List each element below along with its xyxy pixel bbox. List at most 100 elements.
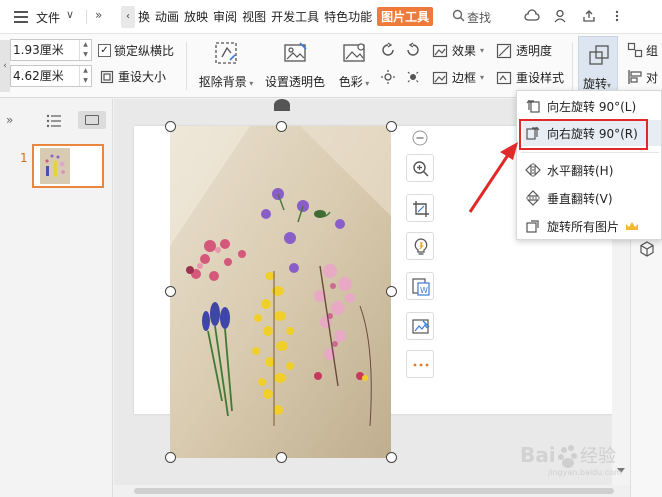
flower-photo[interactable] <box>170 126 391 458</box>
tab-switch[interactable]: 换 <box>138 8 150 26</box>
border-button[interactable]: 边框 ▾ <box>432 69 484 86</box>
align-label-partial[interactable]: 对 <box>646 69 658 86</box>
resize-handle-w[interactable] <box>165 286 176 297</box>
border-icon <box>432 71 448 84</box>
tab-animation[interactable]: 动画 <box>155 8 179 26</box>
tabs-scroll-left-button[interactable]: ‹ <box>121 6 135 28</box>
collapse-pane-icon[interactable]: » <box>6 113 13 127</box>
align-icon[interactable] <box>627 69 643 85</box>
resize-handle-nw[interactable] <box>165 121 176 132</box>
reset-size-button[interactable]: 重设大小 <box>100 68 166 85</box>
flip-vertical-label: 垂直翻转(V) <box>547 191 613 206</box>
reset-size-icon <box>100 70 114 83</box>
reset-size-label: 重设大小 <box>118 70 167 84</box>
smart-beautify-button[interactable] <box>406 232 434 260</box>
flip-vertical-item[interactable]: 垂直翻转(V) <box>523 185 661 211</box>
resize-handle-e[interactable] <box>386 286 397 297</box>
picture-edit-icon <box>412 319 430 334</box>
chevron-down-icon[interactable]: ∨ <box>66 8 74 21</box>
zoom-in-icon <box>413 161 429 177</box>
set-transparent-color-label: 设置透明色 <box>264 75 325 89</box>
slide-thumbnail-image <box>40 148 70 184</box>
resize-handle-se[interactable] <box>386 452 397 463</box>
crop-button[interactable] <box>406 194 434 222</box>
svg-text:W: W <box>420 286 428 295</box>
slide-thumbnail[interactable] <box>32 144 104 188</box>
rotate-left-90-item[interactable]: 向左旋转 90°(L) <box>523 93 661 119</box>
height-spinner[interactable]: 1.93厘米 ▲ ▼ <box>10 39 92 61</box>
transparency-button[interactable]: 透明度 <box>496 42 552 59</box>
tab-special[interactable]: 特色功能 <box>324 8 372 26</box>
rotate-left-90-label: 向左旋转 90°(L) <box>547 99 637 114</box>
resize-handle-s[interactable] <box>276 452 287 463</box>
flip-vertical-icon <box>526 190 540 206</box>
set-transparent-color-icon <box>284 42 307 62</box>
color-button[interactable]: 色彩 ▾ <box>334 40 374 90</box>
divider <box>572 42 573 90</box>
ribbon-scroll-left-button[interactable]: ‹ <box>0 40 10 92</box>
crown-icon <box>626 222 639 230</box>
svg-text:Bai: Bai <box>520 443 556 467</box>
checkbox-checked-icon[interactable]: ✓ <box>98 44 111 57</box>
rotate-all-pictures-item[interactable]: 旋转所有图片 <box>523 213 661 239</box>
cloud-sync-icon[interactable] <box>524 9 540 23</box>
transparency-icon <box>496 43 512 58</box>
resize-handle-sw[interactable] <box>165 452 176 463</box>
picture-edit-button[interactable] <box>406 312 434 340</box>
tab-review[interactable]: 审阅 <box>213 8 237 26</box>
effects-label: 效果 <box>452 44 477 58</box>
color-label: 色彩 <box>338 75 363 89</box>
group-icon[interactable] <box>627 42 643 58</box>
export-icon[interactable] <box>582 9 596 23</box>
resize-handle-n[interactable] <box>276 121 287 132</box>
width-spinner[interactable]: 4.62厘米 ▲ ▼ <box>10 65 92 87</box>
cube-icon[interactable] <box>639 241 655 257</box>
rotate-small-icon[interactable] <box>380 42 396 58</box>
rotate-all-icon <box>526 220 539 233</box>
set-transparent-color-button[interactable]: 设置透明色 <box>262 40 328 90</box>
slide-number: 1 <box>20 151 28 165</box>
horizontal-scrollbar[interactable] <box>114 485 630 497</box>
horizontal-scroll-thumb[interactable] <box>134 488 614 494</box>
brightness-decrease-icon[interactable] <box>405 69 421 85</box>
menu-icon[interactable] <box>14 11 28 23</box>
red-arrow-annotation <box>468 142 518 213</box>
reset-style-button[interactable]: 重设样式 <box>496 69 564 86</box>
flip-horizontal-item[interactable]: 水平翻转(H) <box>523 157 661 183</box>
tab-developer[interactable]: 开发工具 <box>271 8 319 26</box>
zoom-button[interactable] <box>406 154 434 182</box>
more-options-icon[interactable] <box>610 9 624 23</box>
lock-ratio-checkbox[interactable]: ✓ 锁定纵横比 <box>98 42 174 59</box>
picture-to-text-icon: W <box>412 278 430 296</box>
ellipsis-icon <box>413 363 429 367</box>
reset-style-icon <box>496 71 512 84</box>
tab-view[interactable]: 视图 <box>242 8 266 26</box>
search-icon[interactable] <box>452 9 465 22</box>
thumbnail-view-tab[interactable] <box>78 111 106 129</box>
rotation-handle[interactable] <box>274 99 290 111</box>
collapse-minus-icon[interactable] <box>412 130 428 146</box>
rotate-small-icon-2[interactable] <box>405 42 421 58</box>
picture-to-word-button[interactable]: W <box>406 272 434 300</box>
group-label-partial[interactable]: 组 <box>646 42 658 59</box>
tab-slideshow[interactable]: 放映 <box>184 8 208 26</box>
share-user-icon[interactable] <box>554 9 568 23</box>
rotate-button[interactable]: 旋转▾ <box>578 36 618 96</box>
width-value: 4.62厘米 <box>13 69 64 83</box>
more-tools-button[interactable] <box>406 350 434 378</box>
rotate-label: 旋转 <box>583 77 608 91</box>
baidu-watermark-logo: Bai 经验 jingyan.baidu.com <box>520 443 622 477</box>
remove-background-button[interactable]: 抠除背景 ▾ <box>196 40 256 90</box>
file-menu[interactable]: 文件 <box>36 9 60 26</box>
tab-picture-tools[interactable]: 图片工具 <box>377 7 434 26</box>
more-tabs-icon[interactable]: » <box>95 8 102 22</box>
search-label[interactable]: 查找 <box>467 9 491 26</box>
height-value: 1.93厘米 <box>13 43 64 57</box>
resize-handle-ne[interactable] <box>386 121 397 132</box>
ribbon-tabs: 换 动画 放映 审阅 视图 开发工具 特色功能 图片工具 <box>138 7 434 26</box>
spinner-arrows-icon[interactable]: ▲ ▼ <box>79 66 91 86</box>
spinner-arrows-icon[interactable]: ▲ ▼ <box>79 40 91 60</box>
brightness-increase-icon[interactable] <box>380 69 396 85</box>
effects-button[interactable]: 效果 ▾ <box>432 42 484 59</box>
outline-view-icon[interactable] <box>46 114 62 128</box>
